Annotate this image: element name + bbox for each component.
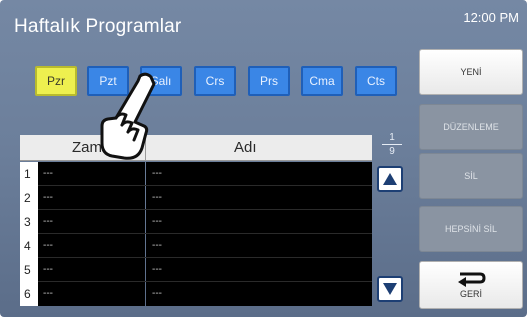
table-row[interactable]: 6 --- --- bbox=[20, 282, 372, 306]
cell-name: --- bbox=[146, 282, 372, 306]
table-row[interactable]: 2 --- --- bbox=[20, 186, 372, 210]
cell-name: --- bbox=[146, 234, 372, 258]
table-row[interactable]: 3 --- --- bbox=[20, 210, 372, 234]
table-body: 1 --- --- 2 --- --- 3 --- --- 4 --- --- bbox=[20, 162, 372, 307]
delete-all-button[interactable]: HEPSİNİ SİL bbox=[419, 206, 523, 252]
row-number: 3 bbox=[20, 210, 38, 234]
table-row[interactable]: 5 --- --- bbox=[20, 258, 372, 282]
scroll-down-button[interactable] bbox=[377, 276, 403, 302]
row-number: 5 bbox=[20, 258, 38, 282]
return-arrow-icon bbox=[458, 272, 486, 287]
cell-name: --- bbox=[146, 186, 372, 210]
tab-day-pzr[interactable]: Pzr bbox=[35, 66, 77, 96]
page-fraction-line bbox=[382, 144, 402, 145]
triangle-down-icon bbox=[383, 283, 397, 295]
cell-time: --- bbox=[38, 282, 145, 306]
new-button[interactable]: YENİ bbox=[419, 49, 523, 95]
table-row[interactable]: 4 --- --- bbox=[20, 234, 372, 258]
tab-day-crs[interactable]: Crs bbox=[194, 66, 236, 96]
table-header: Zaman Adı bbox=[20, 135, 372, 161]
cell-time: --- bbox=[38, 210, 145, 234]
triangle-up-icon bbox=[383, 173, 397, 185]
edit-button[interactable]: DÜZENLEME bbox=[419, 104, 523, 150]
clock: 12:00 PM bbox=[463, 10, 519, 25]
column-header-name: Adı bbox=[234, 139, 257, 156]
back-label: GERİ bbox=[459, 289, 482, 299]
cell-time: --- bbox=[38, 162, 145, 186]
delete-button[interactable]: SİL bbox=[419, 153, 523, 199]
screen: Haftalık Programlar 12:00 PM Pzr Pzt Sal… bbox=[0, 0, 527, 317]
row-number: 4 bbox=[20, 234, 38, 258]
tab-day-cma[interactable]: Cma bbox=[301, 66, 343, 96]
cell-name: --- bbox=[146, 162, 372, 186]
row-number: 1 bbox=[20, 162, 38, 186]
tab-day-prs[interactable]: Prs bbox=[248, 66, 290, 96]
scroll-up-button[interactable] bbox=[377, 166, 403, 192]
cell-time: --- bbox=[38, 234, 145, 258]
cell-name: --- bbox=[146, 210, 372, 234]
page-indicator: 1 9 bbox=[378, 132, 406, 157]
cell-name: --- bbox=[146, 258, 372, 282]
hand-pointer-icon bbox=[100, 72, 156, 160]
back-button[interactable]: GERİ bbox=[419, 261, 523, 309]
row-number: 2 bbox=[20, 186, 38, 210]
row-number: 6 bbox=[20, 282, 38, 306]
cell-time: --- bbox=[38, 258, 145, 282]
schedule-table: Zaman Adı 1 --- --- 2 --- --- 3 --- --- bbox=[20, 135, 372, 307]
tab-day-cts[interactable]: Cts bbox=[355, 66, 397, 96]
page-total: 9 bbox=[389, 146, 395, 157]
table-row[interactable]: 1 --- --- bbox=[20, 162, 372, 186]
page-title: Haftalık Programlar bbox=[14, 16, 182, 37]
cell-time: --- bbox=[38, 186, 145, 210]
page-current: 1 bbox=[389, 132, 395, 143]
